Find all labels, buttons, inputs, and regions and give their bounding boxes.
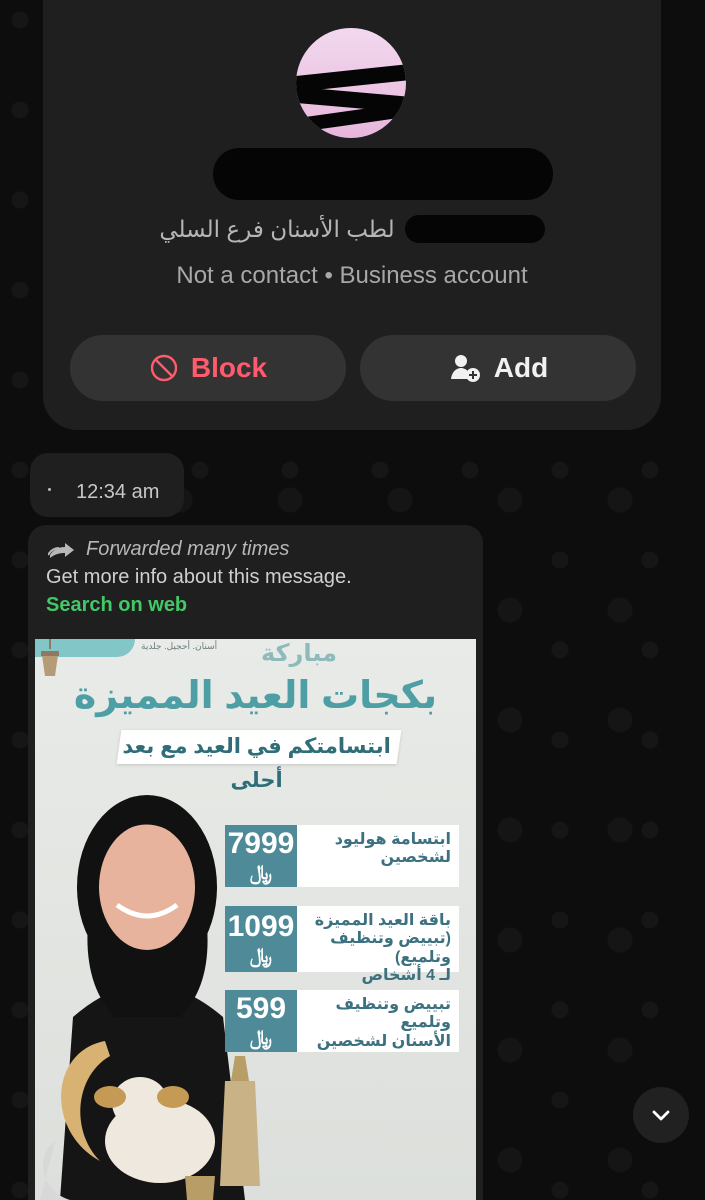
offer-price-value-1: 7999 [227,827,295,860]
offer-text-2: باقة العيد المميزة (تبييض وتنظيف وتلميع)… [297,906,459,984]
poster-title: بكجات العيد المميزة [73,675,438,717]
contact-status: Not a contact • Business account [176,262,528,289]
offer-line-2c: لـ 4 أشخاص [361,967,451,985]
riyal-icon: ﷼ [249,862,273,884]
business-name-line: لطب الأسنان فرع السلي [43,212,661,246]
poster-top-script: مباركة [261,640,337,667]
riyal-icon: ﷼ [249,1027,273,1049]
hanging-lantern-left [41,639,59,676]
time-message-bubble[interactable]: 12:34 am [30,453,184,517]
contact-info-card: لطب الأسنان فرع السلي Not a contact • Bu… [43,0,661,430]
offer-line-3a: تبييض وتنظيف وتلميع [335,996,451,1032]
business-name-visible: لطب الأسنان فرع السلي [159,215,395,242]
block-button-label: Block [190,352,268,383]
block-button[interactable]: Block [70,335,346,401]
scroll-down-button[interactable] [633,1087,689,1143]
offer-line-2b: (تبييض وتنظيف وتلميع) [330,930,451,966]
offer-price-3: 599 ﷼ [225,990,297,1052]
offer-card-2: 1099 ﷼ باقة العيد المميزة (تبييض وتنظيف … [225,906,459,984]
riyal-icon: ﷼ [249,945,273,967]
offer-price-1: 7999 ﷼ [225,825,297,887]
offer-price-value-3: 599 [235,992,287,1025]
double-arrow-forward-icon [48,541,76,559]
offer-text-3: تبييض وتنظيف وتلميع الأسنان لشخصين [297,990,459,1052]
offer-line-3b: الأسنان لشخصين [316,1032,451,1050]
offer-line-2a: باقة العيد المميزة [314,912,451,929]
add-contact-button[interactable]: Add [360,335,636,401]
offer-price-2: 1099 ﷼ [225,906,297,972]
block-icon [149,353,179,383]
offer-price-value-2: 1099 [227,910,295,943]
forwarded-message-bubble[interactable]: Forwarded many times Get more info about… [28,525,483,1200]
add-button-label: Add [493,352,549,383]
message-info-text: Get more info about this message. [46,566,352,588]
offer-text-1: ابتسامة هوليود لشخصين [297,825,459,887]
offer-line-1b: لشخصين [380,849,451,867]
forwarded-label: Forwarded many times [86,538,290,560]
redacted-contact-name [213,148,553,200]
search-on-web-link[interactable]: Search on web [46,594,187,617]
forwarded-header: Forwarded many times [48,538,289,561]
poster-top-small-text: أسنان. أحجيل. جلدية [141,641,218,651]
promo-image[interactable]: أسنان. أحجيل. جلدية مباركة بكجات العيد ا… [35,639,476,1200]
message-dot [48,488,51,491]
contact-avatar[interactable] [296,28,406,138]
offer-line-1a: ابتسامة هوليود [334,831,451,848]
message-time: 12:34 am [76,481,160,503]
redacted-business-text [404,215,545,243]
offer-card-3: 599 ﷼ تبييض وتنظيف وتلميع الأسنان لشخصين [225,990,459,1052]
offer-card-1: 7999 ﷼ ابتسامة هوليود لشخصين [225,825,459,887]
poster-subtitle-banner: ابتسامتكم في العيد مع بعد أحلى [116,730,402,792]
chevron-down-icon [649,1103,673,1127]
add-user-icon [448,351,482,385]
